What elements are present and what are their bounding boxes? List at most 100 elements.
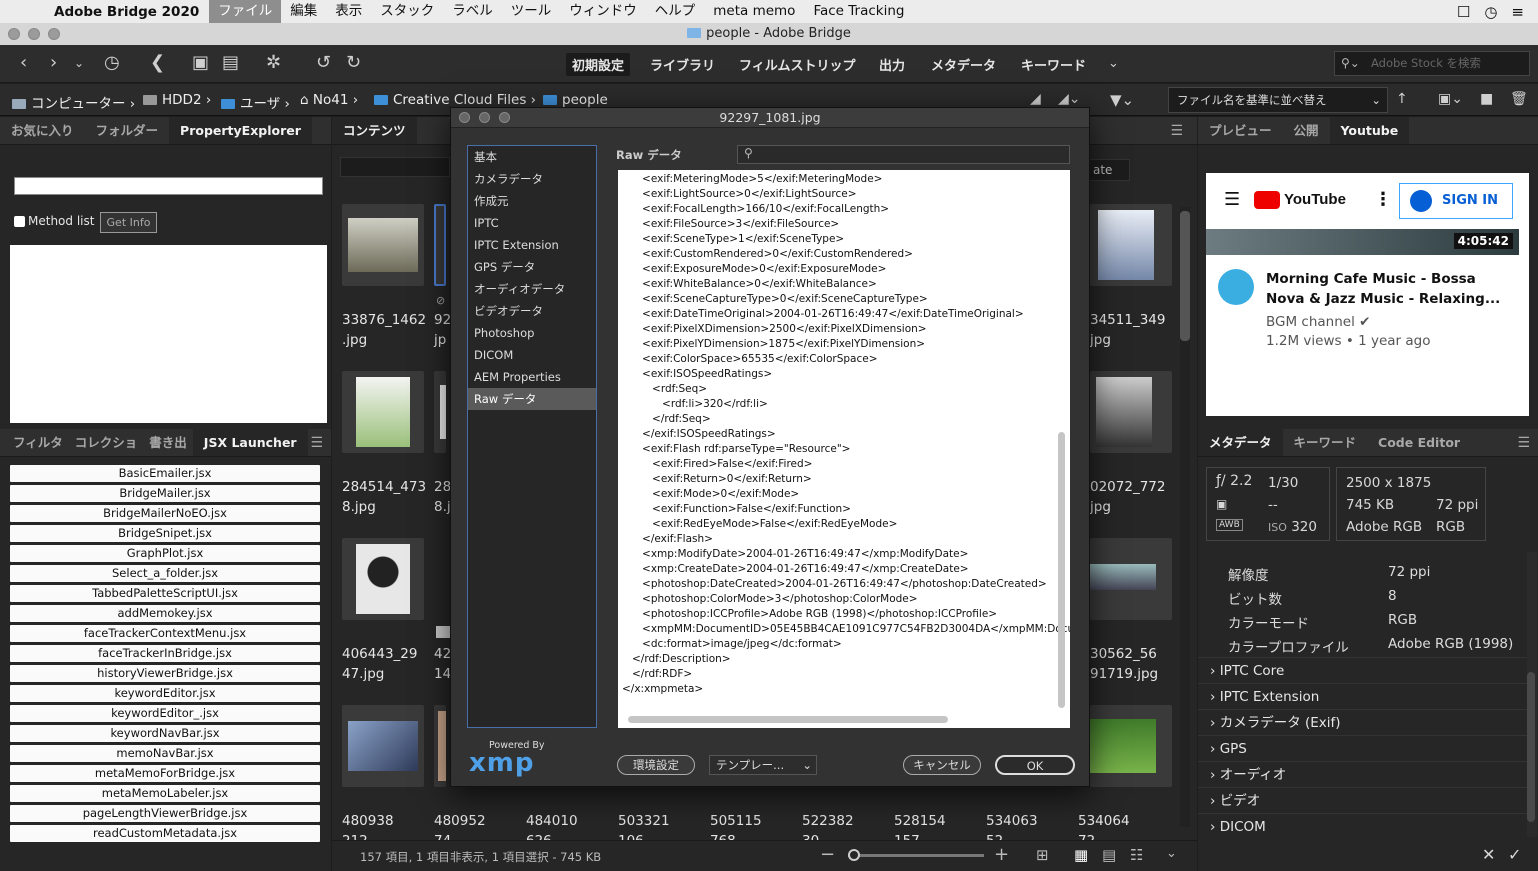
thumbnail[interactable] [434,538,450,638]
apply-edit-icon[interactable]: ✓ [1508,845,1521,864]
thumbnail[interactable] [1090,538,1172,620]
metadata-section-header[interactable]: › IPTC Core [1198,657,1528,683]
metadata-section-header[interactable]: › カメラデータ (Exif) [1198,709,1528,735]
close-window-button[interactable] [8,28,20,40]
zoom-out-icon[interactable]: − [820,844,835,865]
crumb-computer[interactable]: コンピューター › [12,92,135,112]
jsx-script-item[interactable]: BridgeMailer.jsx [10,485,320,502]
jsx-script-item[interactable]: faceTrackerContextMenu.jsx [10,625,320,642]
quality-icon[interactable]: ◢ [1030,91,1041,107]
thumbnail[interactable] [1090,371,1172,453]
menu-edit[interactable]: 編集 [281,0,326,23]
new-folder-icon[interactable]: ■ [1480,91,1493,107]
youtube-view[interactable]: ☰ YouTube ⋮ SIGN IN 4:05:42 Morning Cafe… [1206,173,1529,416]
panel-menu-icon[interactable]: ☰ [1517,435,1530,451]
hamburger-menu-icon[interactable]: ☰ [1224,189,1240,210]
view-thumbnails-icon[interactable]: ▦ [1074,846,1088,864]
tab-property-explorer[interactable]: PropertyExplorer [169,117,312,144]
raw-search-input[interactable]: ⚲ [737,145,1070,164]
dialog-category-item[interactable]: ビデオデータ [468,300,596,322]
dialog-category-item[interactable]: 作成元 [468,190,596,212]
list-menu-icon[interactable]: ≡ [1511,3,1524,21]
crumb-creative-cloud[interactable]: Creative Cloud Files › [374,92,536,108]
refine-icon[interactable]: ▤ [222,52,239,73]
jsx-script-item[interactable]: BridgeSnipet.jsx [10,525,320,542]
camera-download-icon[interactable]: ▣ [192,52,209,73]
jsx-script-item[interactable]: BridgeMailerNoEO.jsx [10,505,320,522]
jsx-script-item[interactable]: pageLengthViewerBridge.jsx [10,805,320,822]
workspace-essentials[interactable]: 初期設定 [566,53,631,76]
view-options-icon[interactable]: ⌄ [1166,846,1177,861]
jsx-script-item[interactable]: historyViewerBridge.jsx [10,665,320,682]
dialog-category-item[interactable]: GPS データ [468,256,596,278]
thumbnail-selected[interactable] [434,204,446,286]
tab-content[interactable]: コンテンツ [332,117,417,144]
tab-publish[interactable]: 公開 [1283,117,1330,144]
back-icon[interactable]: ‹ [20,52,27,73]
sort-dropdown[interactable]: ファイル名を基準に並べ替え ⌄ [1168,87,1388,113]
tab-keywords[interactable]: キーワード [1283,429,1368,456]
tab-preview[interactable]: プレビュー [1198,117,1283,144]
tab-favorites[interactable]: お気に入り [0,117,85,144]
menu-stack[interactable]: スタック [371,0,443,23]
dialog-category-item[interactable]: Photoshop [468,322,596,344]
jsx-script-item[interactable]: keywordEditor.jsx [10,685,320,702]
dialog-category-item[interactable]: カメラデータ [468,168,596,190]
sort-ascending-icon[interactable]: ↑ [1396,91,1408,107]
menu-label[interactable]: ラベル [443,0,502,23]
crumb-user[interactable]: ユーザ › [221,92,290,112]
dialog-minimize-button[interactable] [479,112,490,123]
property-explorer-input[interactable] [14,177,323,195]
tab-filter[interactable]: フィルタ [0,429,69,456]
zoom-in-icon[interactable]: + [994,844,1009,865]
content-scrollbar[interactable] [1180,207,1190,827]
video-title-line1[interactable]: Morning Cafe Music - Bossa [1266,271,1476,287]
metadata-scrollbar[interactable] [1527,552,1537,837]
metadata-section-header[interactable]: › DICOM [1198,813,1528,839]
thumbnail[interactable] [342,538,424,620]
thumbnail[interactable] [342,705,424,787]
video-title-line2[interactable]: Nova & Jazz Music - Relaxing... [1266,291,1500,307]
dialog-zoom-button[interactable] [499,112,510,123]
preferences-button[interactable]: 環境設定 [617,755,695,775]
workspace-keywords[interactable]: キーワード [1021,55,1086,74]
property-explorer-output[interactable] [10,245,327,423]
trash-icon[interactable]: 🗑 [1510,91,1528,107]
window-square-icon[interactable]: ☐ [1457,3,1470,21]
panel-menu-icon[interactable]: ☰ [1170,123,1183,139]
metadata-section-header[interactable]: › ビデオ [1198,787,1528,813]
rotate-right-icon[interactable]: ↻ [346,52,361,73]
thumbnail-size-slider[interactable] [848,849,984,861]
recent-icon[interactable]: ◷ [104,52,120,73]
youtube-sign-in-button[interactable]: SIGN IN [1399,183,1513,219]
tab-metadata[interactable]: メタデータ [1198,429,1283,456]
cancel-button[interactable]: キャンセル [903,755,981,775]
jsx-script-item[interactable]: metaMemoForBridge.jsx [10,765,320,782]
dialog-category-item[interactable]: Raw データ [468,388,596,410]
tab-folders[interactable]: フォルダー [85,117,170,144]
tab-export[interactable]: 書き出 [143,429,193,456]
thumbnail[interactable] [434,371,446,453]
dialog-category-item[interactable]: IPTC Extension [468,234,596,256]
ok-button[interactable]: OK [995,755,1075,775]
metadata-section-header[interactable]: › IPTC Extension [1198,683,1528,709]
jsx-script-item[interactable]: Select_a_folder.jsx [10,565,320,582]
open-recent-icon[interactable]: ▣⌄ [1438,91,1463,107]
stock-search-input[interactable]: ⚲⌄ Adobe Stock を検索 [1334,51,1530,76]
thumbnail[interactable] [1090,204,1172,286]
zoom-window-button[interactable] [48,28,60,40]
jsx-script-item[interactable]: keywordEditor_.jsx [10,705,320,722]
dialog-category-item[interactable]: オーディオデータ [468,278,596,300]
forward-icon[interactable]: › [50,52,57,73]
time-machine-icon[interactable]: ◷ [1484,3,1497,21]
workspace-more-icon[interactable]: ⌄ [1108,56,1119,71]
menu-view[interactable]: 表示 [326,0,371,23]
menu-face-tracking[interactable]: Face Tracking [804,0,913,23]
tab-collections[interactable]: コレクショ [69,429,144,456]
menu-window[interactable]: ウィンドウ [560,0,646,23]
template-dropdown[interactable]: テンプレー... ⌄ [709,755,817,775]
thumbnail[interactable] [342,204,424,286]
raw-vertical-scrollbar[interactable] [1058,432,1065,708]
cancel-edit-icon[interactable]: ✕ [1482,845,1495,864]
raw-horizontal-scrollbar[interactable] [628,716,948,723]
